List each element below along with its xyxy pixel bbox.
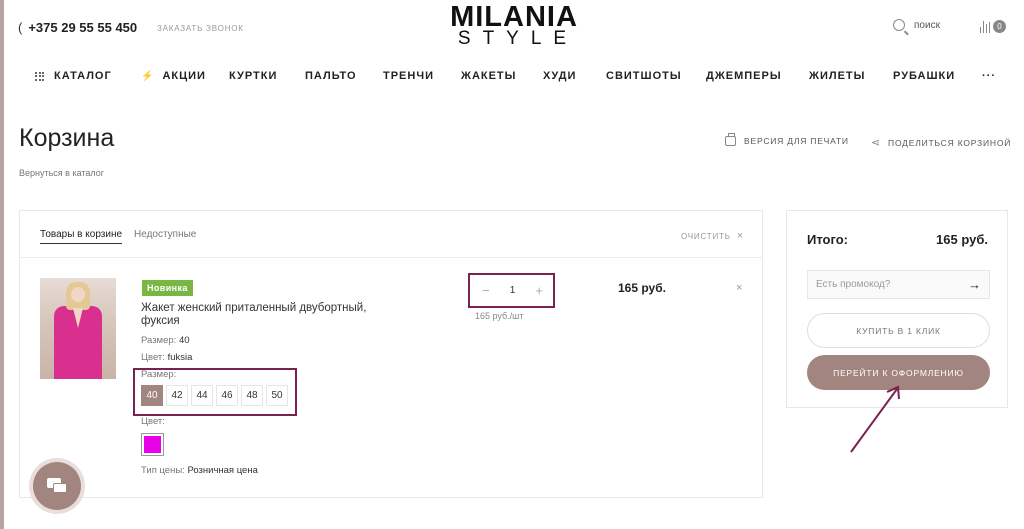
phone-number: +375 29 55 55 450 <box>28 20 138 35</box>
tab-unavailable[interactable]: Недоступные <box>134 229 196 244</box>
share-icon: ⋖ <box>871 137 882 149</box>
chat-button[interactable] <box>33 462 81 510</box>
line-price: 165 руб. <box>618 281 666 295</box>
remove-item-icon[interactable]: × <box>736 282 742 294</box>
price-type-value: Розничная цена <box>187 465 258 476</box>
share-label: ПОДЕЛИТЬСЯ КОРЗИНОЙ <box>888 137 1012 148</box>
clear-cart-button[interactable]: ОЧИСТИТЬ × <box>681 230 744 242</box>
nav-item-catalog[interactable]: КАТАЛОГ <box>35 70 112 82</box>
share-cart-button[interactable]: ⋖ ПОДЕЛИТЬСЯ КОРЗИНОЙ <box>871 136 1011 149</box>
prop-label: Цвет: <box>141 352 165 363</box>
nav-item-label: АКЦИИ <box>162 70 206 82</box>
price-type-label: Тип цены: <box>141 465 185 476</box>
product-color-prop: Цвет: fuksia <box>141 352 192 363</box>
nav-item-jumpers[interactable]: ДЖЕМПЕРЫ <box>706 70 782 82</box>
main-nav: КАТАЛОГ ⚡ АКЦИИ КУРТКИ ПАЛЬТО ТРЕНЧИ ЖАК… <box>0 70 1024 86</box>
nav-item-trenches[interactable]: ТРЕНЧИ <box>383 70 434 82</box>
product-name-link[interactable]: Жакет женский приталенный двубортный, фу… <box>141 302 401 328</box>
promo-input[interactable] <box>816 279 956 290</box>
nav-item-shirts[interactable]: РУБАШКИ <box>893 70 955 82</box>
size-highlight-annotation <box>133 368 297 416</box>
color-select-label: Цвет: <box>141 416 165 427</box>
quantity-value[interactable]: 1 <box>510 285 516 296</box>
back-to-catalog-link[interactable]: Вернуться в каталог <box>19 168 104 178</box>
divider <box>20 257 762 258</box>
logo[interactable]: MILANIA STYLE <box>444 2 584 49</box>
swatch-fill <box>144 436 161 453</box>
page-title: Корзина <box>19 124 115 152</box>
compare-icon <box>980 20 990 33</box>
nav-item-vests[interactable]: ЖИЛЕТЫ <box>809 70 865 82</box>
total-label: Итого: <box>807 232 848 247</box>
color-swatch[interactable] <box>141 433 164 456</box>
search-button[interactable]: поиск <box>893 19 940 31</box>
tab-in-cart[interactable]: Товары в корзине <box>40 229 123 244</box>
phone-icon: ( <box>18 20 23 35</box>
clear-label: ОЧИСТИТЬ <box>680 231 731 241</box>
buy-one-click-button[interactable]: КУПИТЬ В 1 КЛИК <box>807 313 990 348</box>
phone-link[interactable]: ( +375 29 55 55 450 <box>18 20 137 35</box>
minus-icon[interactable]: − <box>482 283 490 298</box>
print-label: ВЕРСИЯ ДЛЯ ПЕЧАТИ <box>744 136 849 146</box>
nav-item-blazers[interactable]: ЖАКЕТЫ <box>461 70 516 82</box>
plus-icon[interactable]: + <box>535 283 543 298</box>
search-icon <box>893 19 905 31</box>
unit-price: 165 руб./шт <box>475 311 524 321</box>
order-summary: Итого: 165 руб. → КУПИТЬ В 1 КЛИК ПЕРЕЙТ… <box>786 210 1008 408</box>
bolt-icon: ⚡ <box>141 70 155 82</box>
product-size-prop: Размер: 40 <box>141 335 190 346</box>
nav-item-coats[interactable]: ПАЛЬТО <box>305 70 357 82</box>
printer-icon <box>725 133 736 146</box>
prop-value: fuksia <box>167 352 193 363</box>
nav-item-label: КАТАЛОГ <box>54 70 112 82</box>
checkout-button[interactable]: ПЕРЕЙТИ К ОФОРМЛЕНИЮ <box>807 355 990 390</box>
promo-field: → <box>807 270 990 299</box>
logo-bottom: STYLE <box>457 28 579 49</box>
print-version-button[interactable]: ВЕРСИЯ ДЛЯ ПЕЧАТИ <box>725 133 849 146</box>
prop-label: Размер: <box>141 335 177 346</box>
cart-tabs: Товары в корзине Недоступные <box>40 229 196 244</box>
quantity-stepper: − 1 + <box>476 280 549 301</box>
arrow-right-icon[interactable]: → <box>968 277 981 292</box>
nav-item-sales[interactable]: ⚡ АКЦИИ <box>141 70 206 82</box>
nav-more-button[interactable]: ··· <box>982 70 996 82</box>
grid-icon <box>35 71 44 81</box>
callback-link[interactable]: ЗАКАЗАТЬ ЗВОНОК <box>157 24 244 33</box>
price-type: Тип цены: Розничная цена <box>141 465 258 476</box>
total-value: 165 руб. <box>936 232 988 247</box>
product-image[interactable] <box>40 278 116 379</box>
compare-button[interactable]: 0 <box>980 20 1006 33</box>
nav-item-sweatshirts[interactable]: СВИТШОТЫ <box>606 70 682 82</box>
close-icon: × <box>736 230 744 242</box>
nav-item-hoodies[interactable]: ХУДИ <box>543 70 576 82</box>
compare-count-badge: 0 <box>993 20 1006 33</box>
cart-panel: Товары в корзине Недоступные ОЧИСТИТЬ × … <box>19 210 763 498</box>
prop-value: 40 <box>178 335 190 346</box>
search-label: поиск <box>914 19 940 31</box>
quantity-highlight-annotation: − 1 + <box>468 273 555 308</box>
nav-item-jackets[interactable]: КУРТКИ <box>229 70 277 82</box>
chat-icon <box>47 478 67 494</box>
new-badge: Новинка <box>142 280 193 296</box>
